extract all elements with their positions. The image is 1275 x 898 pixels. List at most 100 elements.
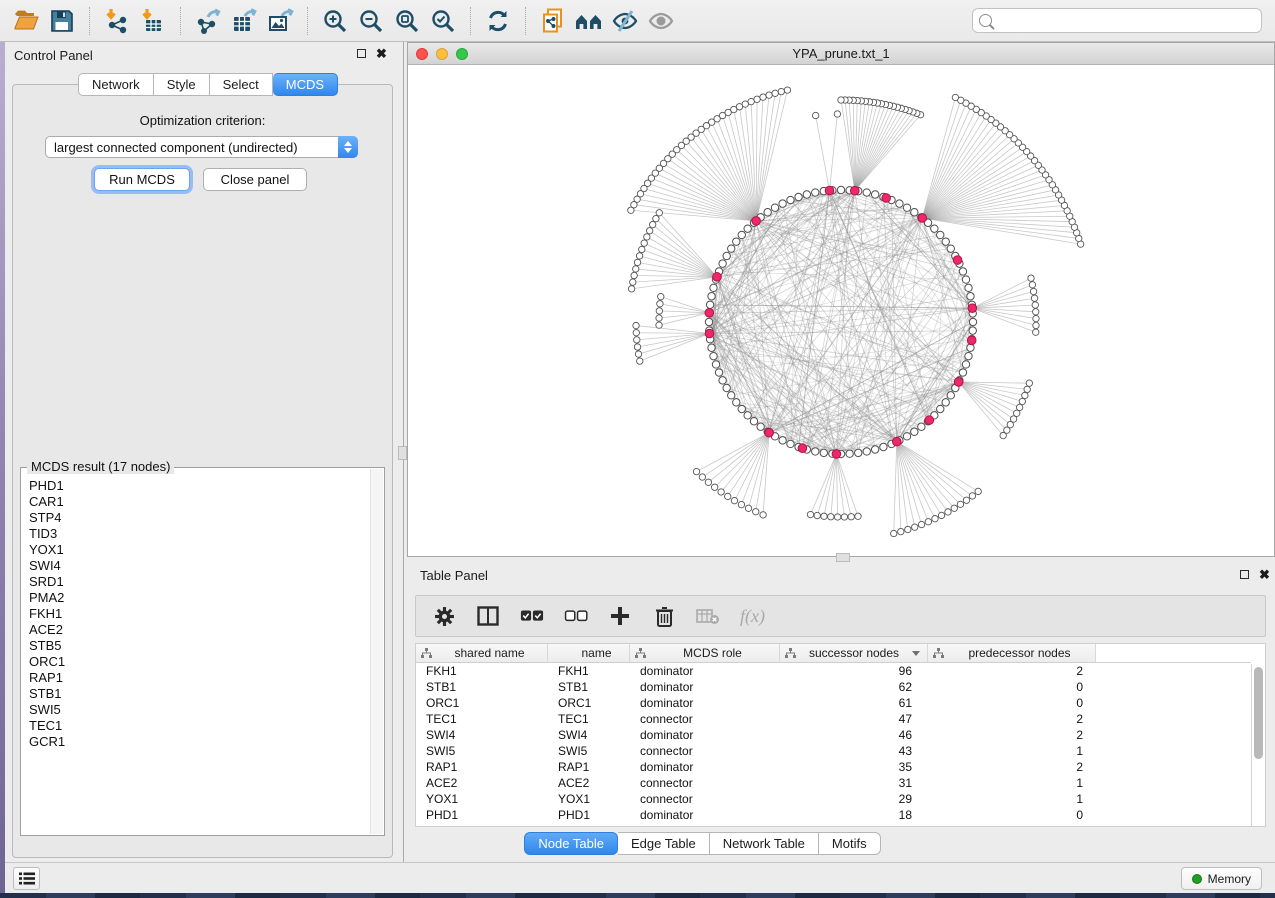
memory-button[interactable]: Memory — [1181, 867, 1262, 890]
mcds-result-item[interactable]: GCR1 — [23, 734, 369, 750]
export-network-icon[interactable] — [190, 4, 226, 38]
tab-mcds[interactable]: MCDS — [273, 73, 338, 96]
close-panel-button[interactable]: Close panel — [203, 168, 307, 191]
column-header-name[interactable]: name — [548, 644, 630, 663]
mcds-result-item[interactable]: SWI5 — [23, 702, 369, 718]
run-mcds-button[interactable]: Run MCDS — [94, 168, 190, 191]
node-table[interactable]: shared namenameMCDS rolesuccessor nodesp… — [415, 643, 1266, 827]
sort-desc-icon — [912, 651, 920, 656]
mcds-result-item[interactable]: SRD1 — [23, 574, 369, 590]
application-window: Control Panel ✖ NetworkStyleSelectMCDS O… — [0, 0, 1275, 898]
table-row[interactable]: STB1STB1dominator620 — [416, 680, 1251, 696]
hide-selected-icon[interactable] — [607, 4, 643, 38]
table-row[interactable]: SWI5SWI5connector431 — [416, 744, 1251, 760]
close-panel-icon[interactable]: ✖ — [376, 49, 387, 58]
cell-successor-nodes: 31 — [780, 776, 928, 792]
cell-predecessor-nodes: 2 — [928, 712, 1096, 728]
tab-network-table[interactable]: Network Table — [710, 832, 819, 855]
search-box[interactable] — [972, 8, 1262, 33]
mcds-result-item[interactable]: ORC1 — [23, 654, 369, 670]
mcds-result-item[interactable]: SWI4 — [23, 558, 369, 574]
zoom-selected-icon[interactable] — [425, 4, 461, 38]
mcds-result-item[interactable]: TEC1 — [23, 718, 369, 734]
horizontal-splitter-handle[interactable] — [836, 553, 850, 562]
tab-style[interactable]: Style — [154, 73, 210, 96]
column-header-shared-name[interactable]: shared name — [416, 644, 548, 663]
float-panel-icon[interactable] — [1240, 570, 1249, 579]
network-canvas[interactable] — [408, 65, 1274, 556]
apply-layout-icon[interactable] — [480, 4, 516, 38]
mcds-result-item[interactable]: YOX1 — [23, 542, 369, 558]
tab-network[interactable]: Network — [78, 73, 154, 96]
column-header-successor-nodes[interactable]: successor nodes — [780, 644, 928, 663]
mcds-result-item[interactable]: FKH1 — [23, 606, 369, 622]
zoom-in-icon[interactable] — [317, 4, 353, 38]
export-table-icon[interactable] — [226, 4, 262, 38]
table-scrollbar[interactable] — [1251, 664, 1265, 826]
zoom-fit-icon[interactable] — [389, 4, 425, 38]
import-network-icon[interactable] — [99, 4, 135, 38]
new-network-from-selection-icon[interactable] — [535, 4, 571, 38]
mcds-result-item[interactable]: RAP1 — [23, 670, 369, 686]
delete-column-icon[interactable] — [652, 604, 676, 628]
import-table-icon[interactable] — [135, 4, 171, 38]
column-header-MCDS-role[interactable]: MCDS role — [630, 644, 780, 663]
open-file-icon[interactable] — [8, 4, 44, 38]
delete-table-icon[interactable] — [696, 604, 720, 628]
mcds-result-item[interactable]: STB1 — [23, 686, 369, 702]
cell-predecessor-nodes: 1 — [928, 776, 1096, 792]
table-row[interactable]: ORC1ORC1dominator610 — [416, 696, 1251, 712]
mcds-result-item[interactable]: STB5 — [23, 638, 369, 654]
table-row[interactable]: TEC1TEC1connector472 — [416, 712, 1251, 728]
mcds-result-item[interactable]: STP4 — [23, 510, 369, 526]
deselect-all-icon[interactable] — [564, 604, 588, 628]
mcds-result-item[interactable]: PHD1 — [23, 478, 369, 494]
table-settings-icon[interactable] — [432, 604, 456, 628]
show-all-icon[interactable] — [643, 4, 679, 38]
tab-edge-table[interactable]: Edge Table — [618, 832, 710, 855]
cell-successor-nodes: 96 — [780, 664, 928, 680]
vertical-splitter-handle[interactable] — [398, 446, 407, 460]
mcds-list-scrollbar[interactable] — [370, 469, 383, 834]
main-toolbar — [0, 0, 1275, 42]
tab-select[interactable]: Select — [210, 73, 273, 96]
cell-predecessor-nodes: 2 — [928, 728, 1096, 744]
cell-shared-name: RAP1 — [416, 760, 548, 776]
cell-predecessor-nodes: 2 — [928, 760, 1096, 776]
table-scrollbar-thumb[interactable] — [1254, 667, 1263, 759]
function-builder-icon[interactable]: f(x) — [740, 606, 765, 627]
table-row[interactable]: SWI4SWI4dominator462 — [416, 728, 1251, 744]
tab-node-table[interactable]: Node Table — [524, 832, 618, 855]
close-panel-icon[interactable]: ✖ — [1259, 570, 1270, 579]
criterion-dropdown[interactable]: largest connected component (undirected) — [45, 136, 358, 158]
first-neighbors-icon[interactable] — [571, 4, 607, 38]
table-row[interactable]: ACE2ACE2connector311 — [416, 776, 1251, 792]
select-all-icon[interactable] — [520, 604, 544, 628]
table-row[interactable]: RAP1RAP1dominator352 — [416, 760, 1251, 776]
tab-motifs[interactable]: Motifs — [819, 832, 881, 855]
cell-shared-name: FKH1 — [416, 664, 548, 680]
table-row[interactable]: YOX1YOX1connector291 — [416, 792, 1251, 808]
mcds-result-item[interactable]: PMA2 — [23, 590, 369, 606]
zoom-out-icon[interactable] — [353, 4, 389, 38]
cell-successor-nodes: 29 — [780, 792, 928, 808]
cell-predecessor-nodes: 2 — [928, 664, 1096, 680]
toolbar-separator — [525, 7, 526, 35]
save-session-icon[interactable] — [44, 4, 80, 38]
mcds-result-item[interactable]: CAR1 — [23, 494, 369, 510]
cell-MCDS-role: dominator — [630, 760, 780, 776]
table-row[interactable]: PHD1PHD1dominator180 — [416, 808, 1251, 824]
task-history-button[interactable] — [13, 867, 40, 890]
float-panel-icon[interactable] — [357, 49, 366, 58]
search-input[interactable] — [997, 14, 1255, 28]
show-columns-icon[interactable] — [476, 604, 500, 628]
add-column-icon[interactable] — [608, 604, 632, 628]
table-row[interactable]: FKH1FKH1dominator962 — [416, 664, 1251, 680]
column-header-predecessor-nodes[interactable]: predecessor nodes — [928, 644, 1096, 663]
export-image-icon[interactable] — [262, 4, 298, 38]
cell-predecessor-nodes: 0 — [928, 680, 1096, 696]
mcds-result-item[interactable]: ACE2 — [23, 622, 369, 638]
cell-shared-name: TEC1 — [416, 712, 548, 728]
mcds-result-item[interactable]: TID3 — [23, 526, 369, 542]
cell-successor-nodes: 61 — [780, 696, 928, 712]
